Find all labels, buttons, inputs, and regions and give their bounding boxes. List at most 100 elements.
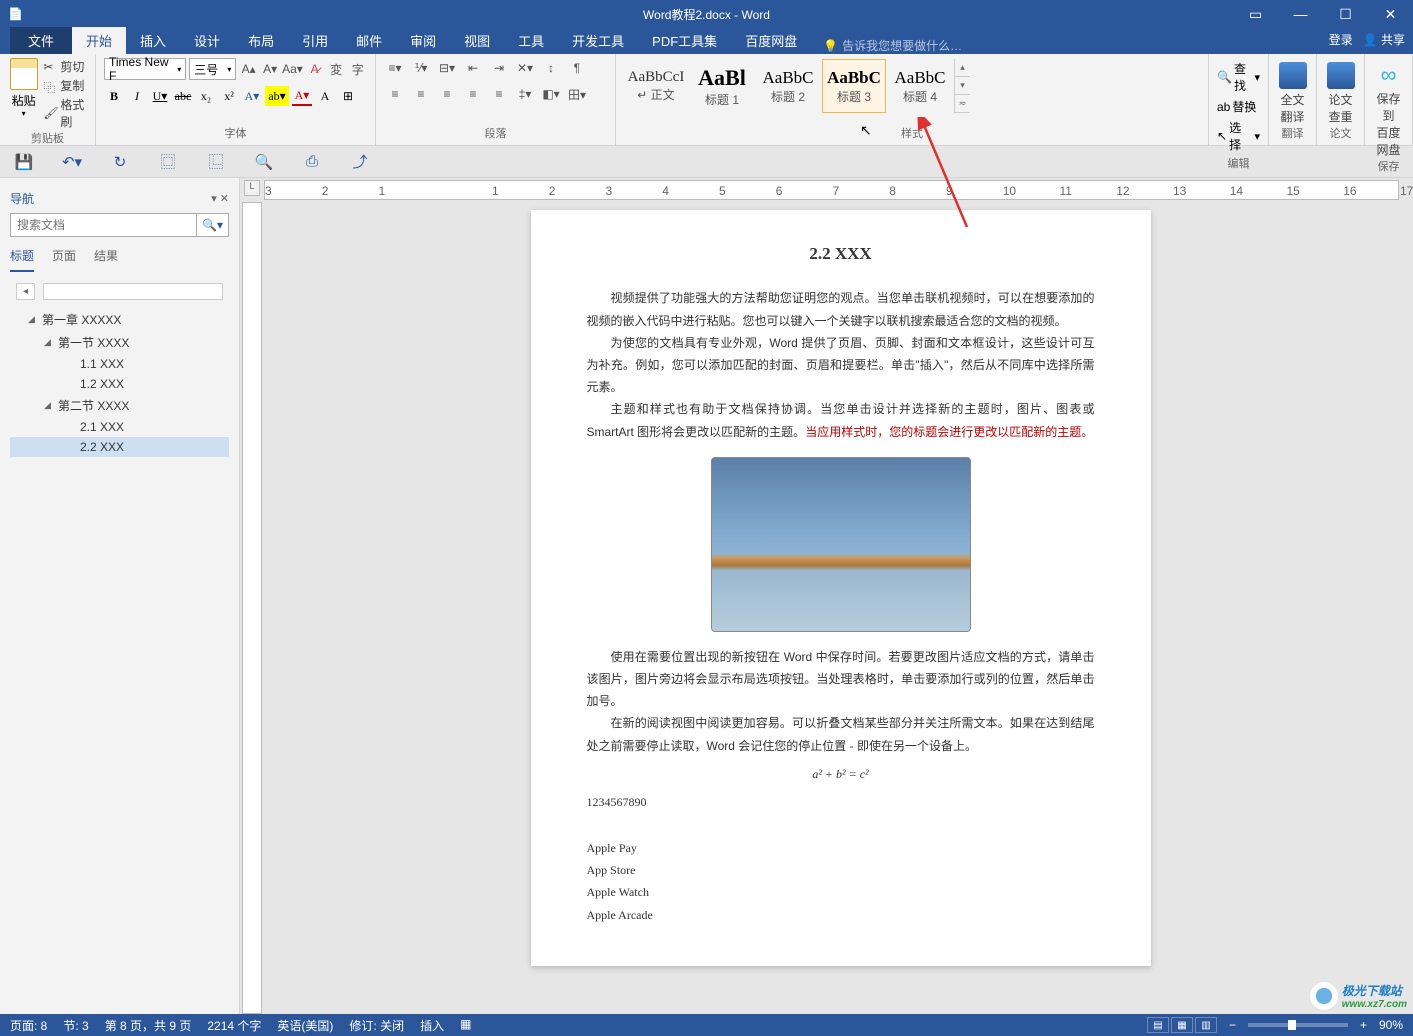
status-pages[interactable]: 第 8 页，共 9 页 bbox=[105, 1017, 192, 1034]
tab-view[interactable]: 视图 bbox=[450, 27, 504, 54]
nav-item[interactable]: 2.2 XXX bbox=[10, 437, 229, 457]
distribute-button[interactable]: ≡ bbox=[488, 84, 510, 104]
line-spacing-button[interactable]: ‡▾ bbox=[514, 84, 536, 104]
styles-down-icon[interactable]: ▾ bbox=[955, 77, 970, 95]
group-paper[interactable]: 论文 查重 论文 bbox=[1317, 54, 1365, 145]
replace-button[interactable]: ab替换 bbox=[1217, 98, 1260, 115]
status-macro-icon[interactable]: ▦ bbox=[460, 1017, 471, 1034]
select-button[interactable]: ↖选择 ▾ bbox=[1217, 119, 1260, 153]
qat-btn-7[interactable]: ⎙ bbox=[302, 152, 322, 172]
nav-item[interactable]: ◢第一章 XXXXX bbox=[10, 308, 229, 331]
tab-home[interactable]: 开始 bbox=[72, 27, 126, 54]
tell-me-input[interactable]: 💡 告诉我您想要做什么… bbox=[823, 37, 962, 54]
horizontal-ruler[interactable]: 3211234567891011121314151617 bbox=[264, 180, 1399, 200]
nav-item[interactable]: 1.1 XXX bbox=[10, 354, 229, 374]
status-section[interactable]: 节: 3 bbox=[63, 1017, 88, 1034]
copy-button[interactable]: ⿻复制 bbox=[43, 77, 87, 94]
text-effects-button[interactable]: A▾ bbox=[242, 86, 262, 106]
superscript-button[interactable]: x² bbox=[219, 86, 239, 106]
asian-layout-button[interactable]: ✕▾ bbox=[514, 58, 536, 78]
multilevel-button[interactable]: ⊟▾ bbox=[436, 58, 458, 78]
find-button[interactable]: 🔍查找 ▾ bbox=[1217, 60, 1260, 94]
align-center-button[interactable]: ≡ bbox=[410, 84, 432, 104]
char-border-button[interactable]: A bbox=[315, 86, 335, 106]
zoom-in-button[interactable]: + bbox=[1360, 1018, 1367, 1032]
nav-tab-headings[interactable]: 标题 bbox=[10, 247, 34, 272]
tab-baidu[interactable]: 百度网盘 bbox=[731, 27, 811, 54]
maximize-button[interactable]: ☐ bbox=[1323, 0, 1368, 28]
cut-button[interactable]: ✂剪切 bbox=[43, 58, 87, 75]
style-标题4[interactable]: AaBbC标题 4 bbox=[888, 59, 952, 113]
ribbon-options-icon[interactable]: ▭ bbox=[1233, 0, 1278, 28]
tab-design[interactable]: 设计 bbox=[180, 27, 234, 54]
clear-format-button[interactable]: A̷ bbox=[305, 59, 324, 79]
enclose-button[interactable]: 字 bbox=[348, 59, 367, 79]
nav-item[interactable]: ◢第一节 XXXX bbox=[10, 331, 229, 354]
shading-button[interactable]: ◧▾ bbox=[540, 84, 562, 104]
close-button[interactable]: ✕ bbox=[1368, 0, 1413, 28]
qat-btn-8[interactable]: ⤴ bbox=[350, 152, 370, 172]
status-track[interactable]: 修订: 关闭 bbox=[349, 1017, 404, 1034]
tab-mailings[interactable]: 邮件 bbox=[342, 27, 396, 54]
grow-font-button[interactable]: A▴ bbox=[239, 59, 258, 79]
tab-developer[interactable]: 开发工具 bbox=[558, 27, 638, 54]
style-标题2[interactable]: AaBbC标题 2 bbox=[756, 59, 820, 113]
save-icon[interactable]: 💾 bbox=[14, 152, 34, 172]
nav-item[interactable]: 1.2 XXX bbox=[10, 374, 229, 394]
nav-search-input[interactable] bbox=[10, 213, 197, 237]
font-color-button[interactable]: A▾ bbox=[292, 86, 312, 106]
italic-button[interactable]: I bbox=[127, 86, 147, 106]
tab-insert[interactable]: 插入 bbox=[126, 27, 180, 54]
document-area[interactable]: 2.2 XXX 视频提供了功能强大的方法帮助您证明您的观点。当您单击联机视频时，… bbox=[240, 200, 1413, 1014]
justify-button[interactable]: ≡ bbox=[462, 84, 484, 104]
view-read-icon[interactable]: ▤ bbox=[1147, 1017, 1169, 1033]
align-right-button[interactable]: ≡ bbox=[436, 84, 458, 104]
minimize-button[interactable]: — bbox=[1278, 0, 1323, 28]
borders-button[interactable]: 田▾ bbox=[566, 84, 588, 104]
styles-more-icon[interactable]: ≂ bbox=[955, 95, 970, 113]
status-lang[interactable]: 英语(美国) bbox=[277, 1017, 333, 1034]
tab-references[interactable]: 引用 bbox=[288, 27, 342, 54]
show-marks-button[interactable]: ¶ bbox=[566, 58, 588, 78]
font-name-combo[interactable]: Times New F▾ bbox=[104, 58, 186, 80]
qat-btn-4[interactable]: ⿴ bbox=[158, 152, 178, 172]
highlight-button[interactable]: ab▾ bbox=[265, 86, 289, 106]
view-print-icon[interactable]: ▦ bbox=[1171, 1017, 1193, 1033]
nav-next-button[interactable] bbox=[43, 283, 223, 300]
bullets-button[interactable]: ≡▾ bbox=[384, 58, 406, 78]
status-page[interactable]: 页面: 8 bbox=[10, 1017, 47, 1034]
nav-close-button[interactable]: ▾ ✕ bbox=[211, 192, 229, 205]
tab-layout[interactable]: 布局 bbox=[234, 27, 288, 54]
style-标题1[interactable]: AaBl标题 1 bbox=[690, 59, 754, 113]
doc-inline-image[interactable] bbox=[711, 457, 971, 632]
change-case-button[interactable]: Aa▾ bbox=[282, 59, 302, 79]
tab-pdf[interactable]: PDF工具集 bbox=[638, 27, 731, 54]
group-save-baidu[interactable]: ∞ 保存到 百度网盘 保存 bbox=[1365, 54, 1413, 145]
zoom-level[interactable]: 90% bbox=[1379, 1018, 1403, 1032]
zoom-slider[interactable] bbox=[1248, 1023, 1348, 1027]
sort-button[interactable]: ↕ bbox=[540, 58, 562, 78]
share-button[interactable]: 👤 共享 bbox=[1363, 31, 1405, 48]
align-left-button[interactable]: ≡ bbox=[384, 84, 406, 104]
style-↵正文[interactable]: AaBbCcI↵ 正文 bbox=[624, 59, 688, 113]
nav-tab-pages[interactable]: 页面 bbox=[52, 247, 76, 272]
group-translate[interactable]: 全文 翻译 翻译 bbox=[1269, 54, 1317, 145]
redo-icon[interactable]: ↻ bbox=[110, 152, 130, 172]
font-size-combo[interactable]: 三号▾ bbox=[189, 58, 236, 80]
tab-review[interactable]: 审阅 bbox=[396, 27, 450, 54]
view-web-icon[interactable]: ▥ bbox=[1195, 1017, 1217, 1033]
numbering-button[interactable]: ⅟▾ bbox=[410, 58, 432, 78]
qat-btn-6[interactable]: 🔍 bbox=[254, 152, 274, 172]
increase-indent-button[interactable]: ⇥ bbox=[488, 58, 510, 78]
nav-prev-button[interactable]: ◂ bbox=[16, 283, 35, 300]
undo-icon[interactable]: ↶▾ bbox=[62, 152, 82, 172]
ruler-corner[interactable]: L bbox=[244, 180, 260, 196]
nav-item[interactable]: 2.1 XXX bbox=[10, 417, 229, 437]
style-标题3[interactable]: AaBbC标题 3 bbox=[822, 59, 886, 113]
paste-button[interactable]: 粘贴 ▾ bbox=[8, 58, 39, 130]
subscript-button[interactable]: x₂ bbox=[196, 86, 216, 106]
format-painter-button[interactable]: 🖌格式刷 bbox=[43, 96, 87, 130]
login-button[interactable]: 登录 bbox=[1329, 31, 1353, 48]
underline-button[interactable]: U▾ bbox=[150, 86, 170, 106]
bold-button[interactable]: B bbox=[104, 86, 124, 106]
